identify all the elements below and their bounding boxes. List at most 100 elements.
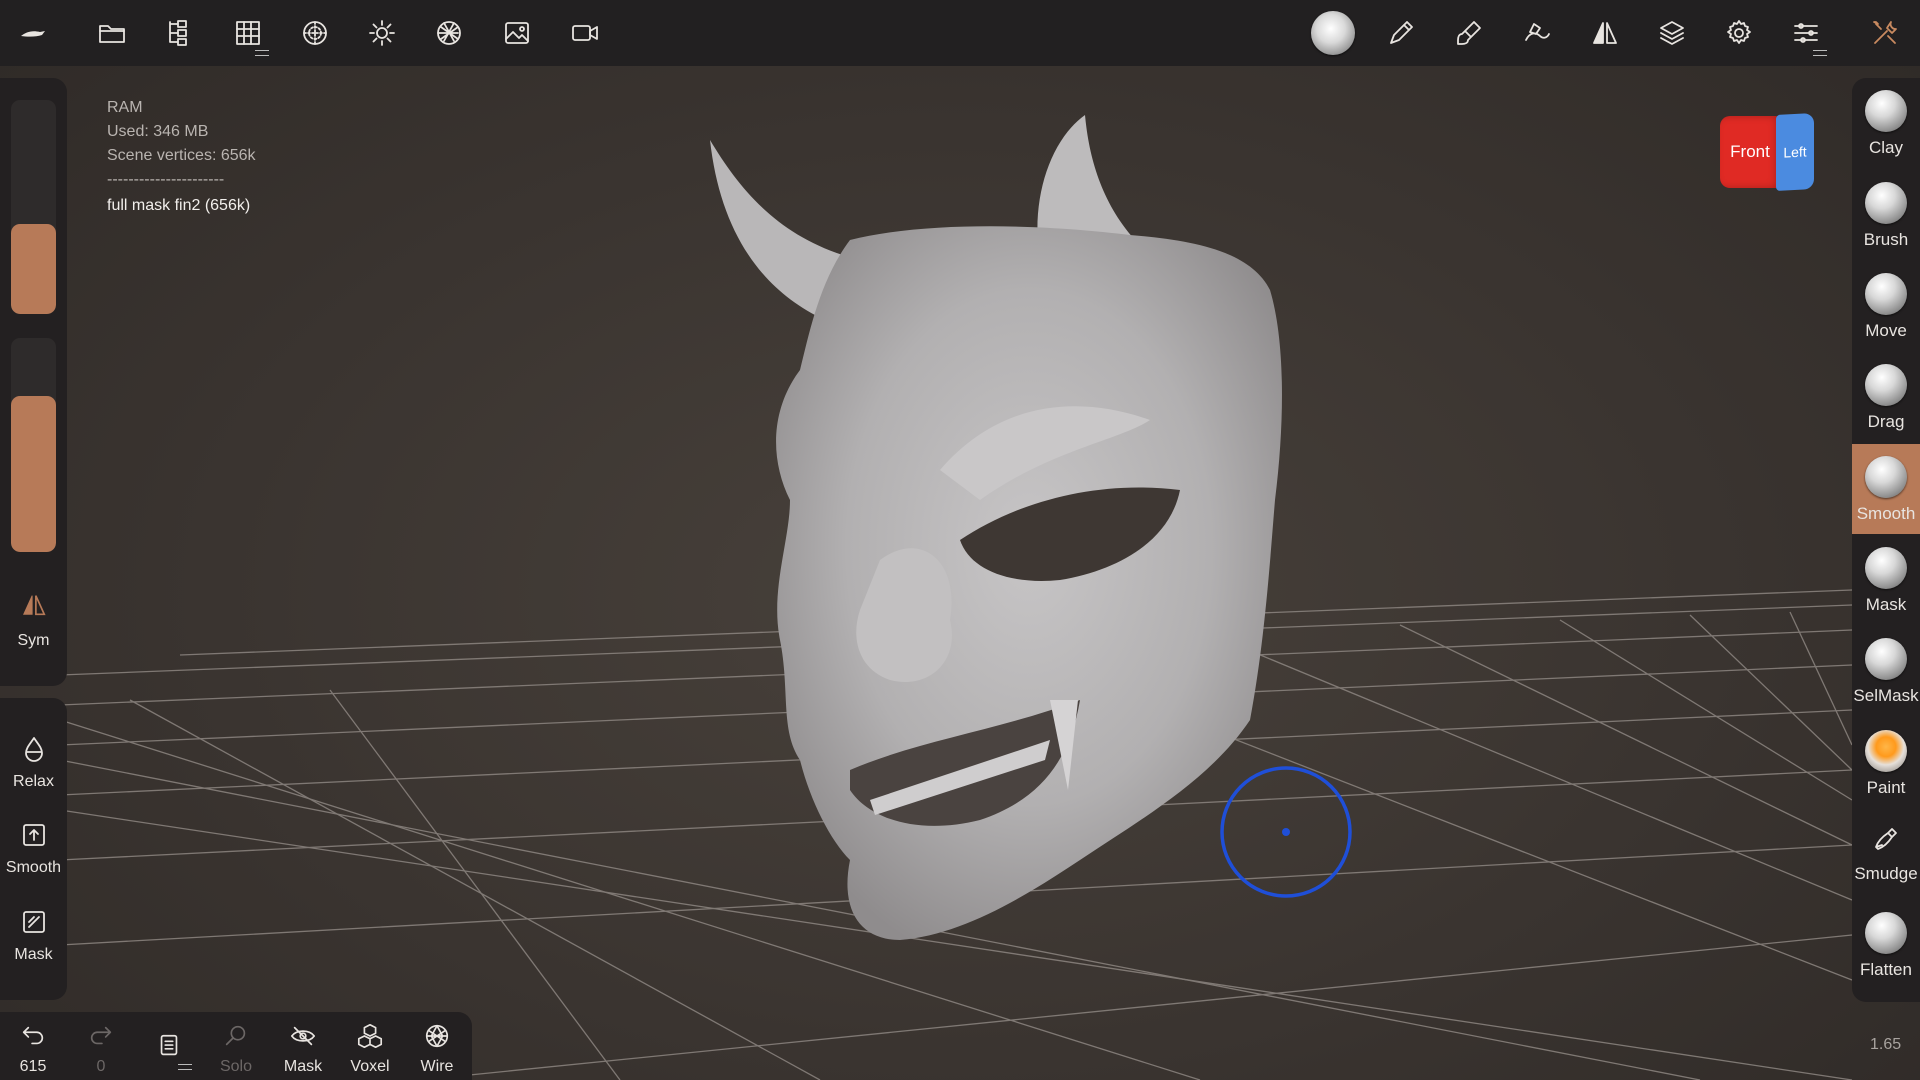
voxel-label: Voxel [350,1058,390,1075]
ram-label: RAM [107,99,143,116]
relax-button[interactable]: Relax [0,720,67,800]
mask-quick-button[interactable]: Mask [0,893,67,973]
3d-viewport[interactable] [0,0,1920,1080]
tool-clay[interactable]: Clay [1852,78,1920,168]
tool-drag[interactable]: Drag [1852,352,1920,442]
ground-grid [59,115,1853,1080]
lighting-sun-icon[interactable] [359,10,405,56]
view-cube-front[interactable]: Front [1720,116,1780,188]
tool-smudge-label: Smudge [1854,864,1918,883]
redo-button[interactable]: 0 [68,1012,134,1080]
scene-tree-icon[interactable] [157,10,203,56]
symmetry-toggle-button[interactable]: Sym [0,589,67,664]
redo-icon [90,1026,112,1045]
mask-quick-label: Mask [14,946,53,963]
material-sphere-icon[interactable] [292,10,338,56]
tool-move-label: Move [1865,321,1907,340]
droplet-icon [24,737,43,762]
tool-paint-label: Paint [1866,778,1906,797]
relax-label: Relax [13,773,54,790]
sym-label: Sym [17,632,50,649]
intensity-slider-fill[interactable] [11,395,56,552]
tool-smooth[interactable]: Smooth [1852,444,1920,534]
wireframe-sphere-icon [425,1024,449,1048]
settings-gear-icon[interactable] [1716,10,1762,56]
symmetry-icon[interactable] [1582,10,1628,56]
clay-sphere-icon [1865,90,1907,132]
wireframe-label: Wire [420,1058,454,1075]
document-icon [160,1034,178,1056]
wireframe-button[interactable]: Wire [404,1012,470,1080]
tool-flatten[interactable]: Flatten [1852,900,1920,990]
brush-sphere-icon [1865,182,1907,224]
stroke-pen-icon[interactable] [1378,10,1424,56]
tool-mask[interactable]: Mask [1852,535,1920,625]
topology-grid-icon[interactable] [225,10,271,56]
intensity-slider[interactable] [11,338,56,552]
bottom-toolbar: 615 0 Solo Mask Voxel Wire [0,1012,472,1080]
drag-sphere-icon [1865,364,1907,406]
mesh-menu-button[interactable] [136,1012,202,1080]
video-camera-icon[interactable] [562,10,608,56]
mask-visibility-label: Mask [283,1058,323,1075]
left-slider-panel: Sym [0,78,67,686]
radius-slider-fill[interactable] [11,224,56,314]
upload-box-icon [22,824,45,846]
move-sphere-icon [1865,273,1907,315]
solo-button[interactable]: Solo [203,1012,269,1080]
mask-sphere-icon [1865,547,1907,589]
mask-visibility-button[interactable]: Mask [270,1012,336,1080]
tool-selmask-label: SelMask [1853,686,1919,705]
tool-brush[interactable]: Brush [1852,170,1920,260]
app-logo-icon[interactable] [10,10,56,56]
search-icon [225,1025,246,1046]
tool-mask-label: Mask [1865,595,1907,614]
current-brush-icon[interactable] [1310,10,1356,56]
tools-wrench-icon[interactable] [1862,10,1908,56]
undo-count: 615 [19,1058,47,1075]
undo-button[interactable]: 615 [0,1012,66,1080]
scene-vertices: Scene vertices: 656k [107,147,256,164]
tool-flatten-label: Flatten [1860,960,1912,979]
solo-label: Solo [219,1058,253,1075]
scene-info: RAM Used: 346 MB Scene vertices: 656k --… [107,96,256,218]
tool-selmask[interactable]: SelMask [1852,626,1920,716]
voxel-button[interactable]: Voxel [337,1012,403,1080]
oni-mask-model [710,115,1282,940]
stroke-settings-icon[interactable] [1514,10,1560,56]
folder-icon[interactable] [89,10,135,56]
smooth-quick-button[interactable]: Smooth [0,806,67,886]
tool-brush-label: Brush [1863,230,1909,249]
tool-paint[interactable]: Paint [1852,718,1920,808]
smooth-quick-label: Smooth [5,859,62,876]
view-cube-left[interactable]: Left [1776,113,1814,191]
left-quick-tools: Relax Smooth Mask [0,698,67,1000]
tool-drag-label: Drag [1867,412,1905,431]
ram-used: Used: 346 MB [107,123,209,140]
tool-smudge[interactable]: Smudge [1852,809,1920,899]
paint-sphere-icon [1865,730,1907,772]
zoom-level: 1.65 [1870,1036,1902,1053]
flatten-sphere-icon [1865,912,1907,954]
mask-box-icon [22,911,45,933]
paint-brush-icon[interactable] [1446,10,1492,56]
redo-count: 0 [96,1058,106,1075]
tool-move[interactable]: Move [1852,261,1920,351]
symmetry-icon [22,595,46,616]
mesh-name[interactable]: full mask fin2 (656k) [107,194,256,218]
background-image-icon[interactable] [494,10,540,56]
right-tool-panel: Clay Brush Move Drag Smooth Mask SelMask… [1852,78,1920,1002]
layers-icon[interactable] [1649,10,1695,56]
camera-aperture-icon[interactable] [426,10,472,56]
adjust-sliders-icon[interactable] [1783,10,1829,56]
view-cube[interactable]: Front Left [1720,113,1814,191]
radius-slider[interactable] [11,100,56,314]
smudge-icon [1875,828,1897,850]
undo-icon [22,1026,44,1045]
top-toolbar [0,0,1920,66]
eye-slash-icon [290,1026,316,1046]
cubes-icon [357,1023,383,1049]
selmask-sphere-icon [1865,638,1907,680]
tool-clay-label: Clay [1868,138,1903,157]
smooth-sphere-icon [1865,456,1907,498]
